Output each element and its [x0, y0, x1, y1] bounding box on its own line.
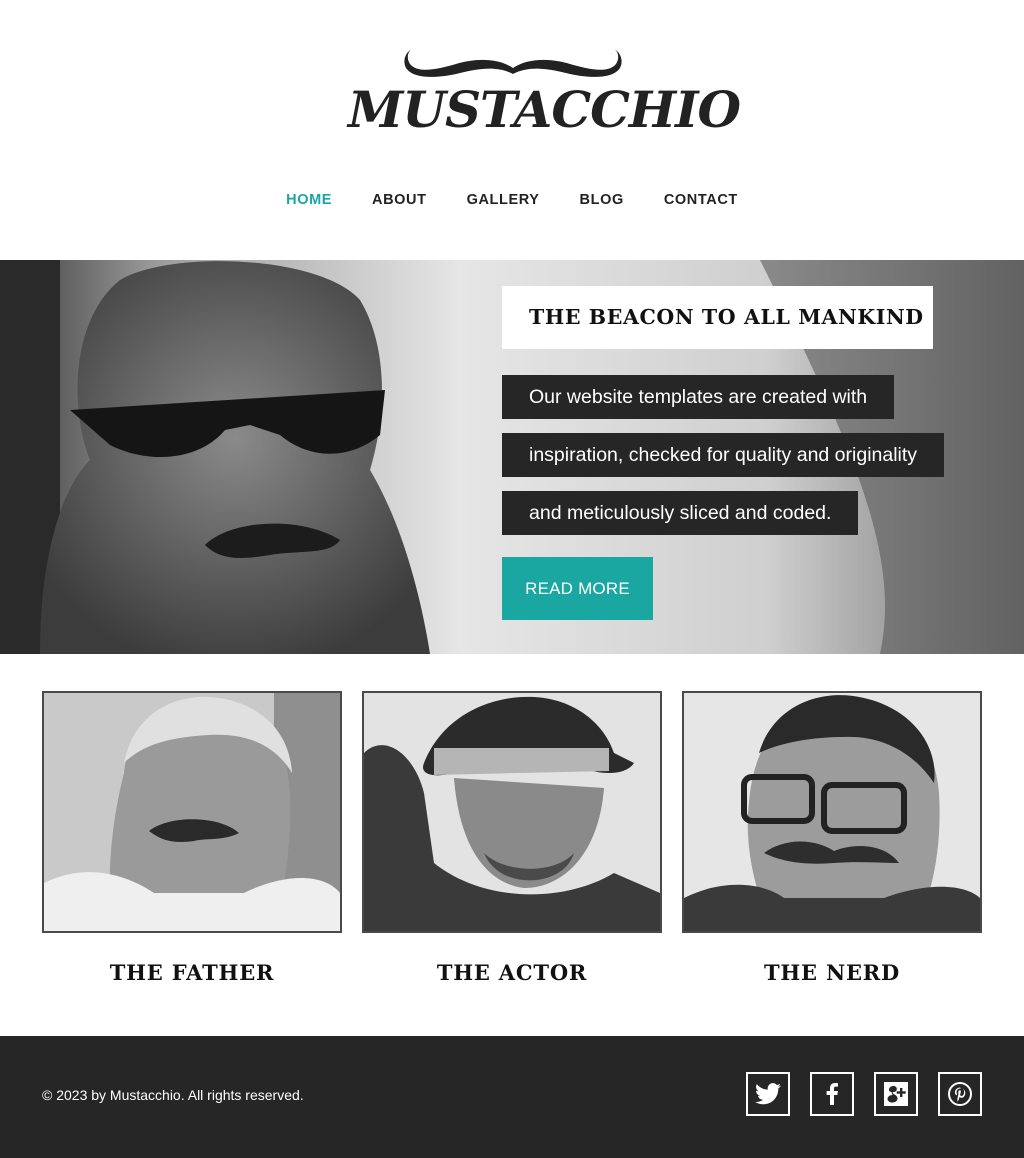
hero-text-line-1: Our website templates are created with [502, 375, 895, 419]
read-more-button[interactable]: READ MORE [502, 557, 653, 620]
card-title-nerd: THE NERD [763, 960, 901, 985]
nav-item-blog[interactable]: BLOG [580, 190, 624, 210]
card-photo-father[interactable] [42, 691, 342, 933]
nav-item-home[interactable]: HOME [286, 190, 332, 210]
father-portrait [44, 693, 340, 931]
hero-title: THE BEACON TO ALL MANKIND [502, 286, 933, 349]
actor-portrait [364, 693, 660, 931]
card-photo-actor[interactable] [362, 691, 662, 933]
hero-text-line-2: inspiration, checked for quality and ori… [502, 433, 945, 477]
card-photo-nerd[interactable] [682, 691, 982, 933]
logo-wordmark: MUSTACCHIO [348, 80, 741, 139]
hero-text-line-3: and meticulously sliced and coded. [502, 491, 859, 535]
card-title-actor: THE ACTOR [436, 960, 588, 985]
facebook-icon[interactable] [810, 1072, 854, 1116]
main-nav: HOME ABOUT GALLERY BLOG CONTACT [0, 190, 1024, 210]
nerd-portrait [684, 693, 980, 931]
nav-item-gallery[interactable]: GALLERY [467, 190, 540, 210]
nav-item-contact[interactable]: CONTACT [664, 190, 738, 210]
copyright-text: © 2023 by Mustacchio. All rights reserve… [42, 1087, 304, 1103]
pinterest-icon[interactable] [938, 1072, 982, 1116]
nav-item-about[interactable]: ABOUT [372, 190, 427, 210]
card-title-father: THE FATHER [109, 960, 275, 985]
twitter-icon[interactable] [746, 1072, 790, 1116]
site-logo[interactable]: MUSTACCHIO [348, 44, 741, 140]
google-plus-icon[interactable] [874, 1072, 918, 1116]
mustache-icon [404, 49, 622, 77]
site-footer: © 2023 by Mustacchio. All rights reserve… [0, 1036, 1024, 1158]
